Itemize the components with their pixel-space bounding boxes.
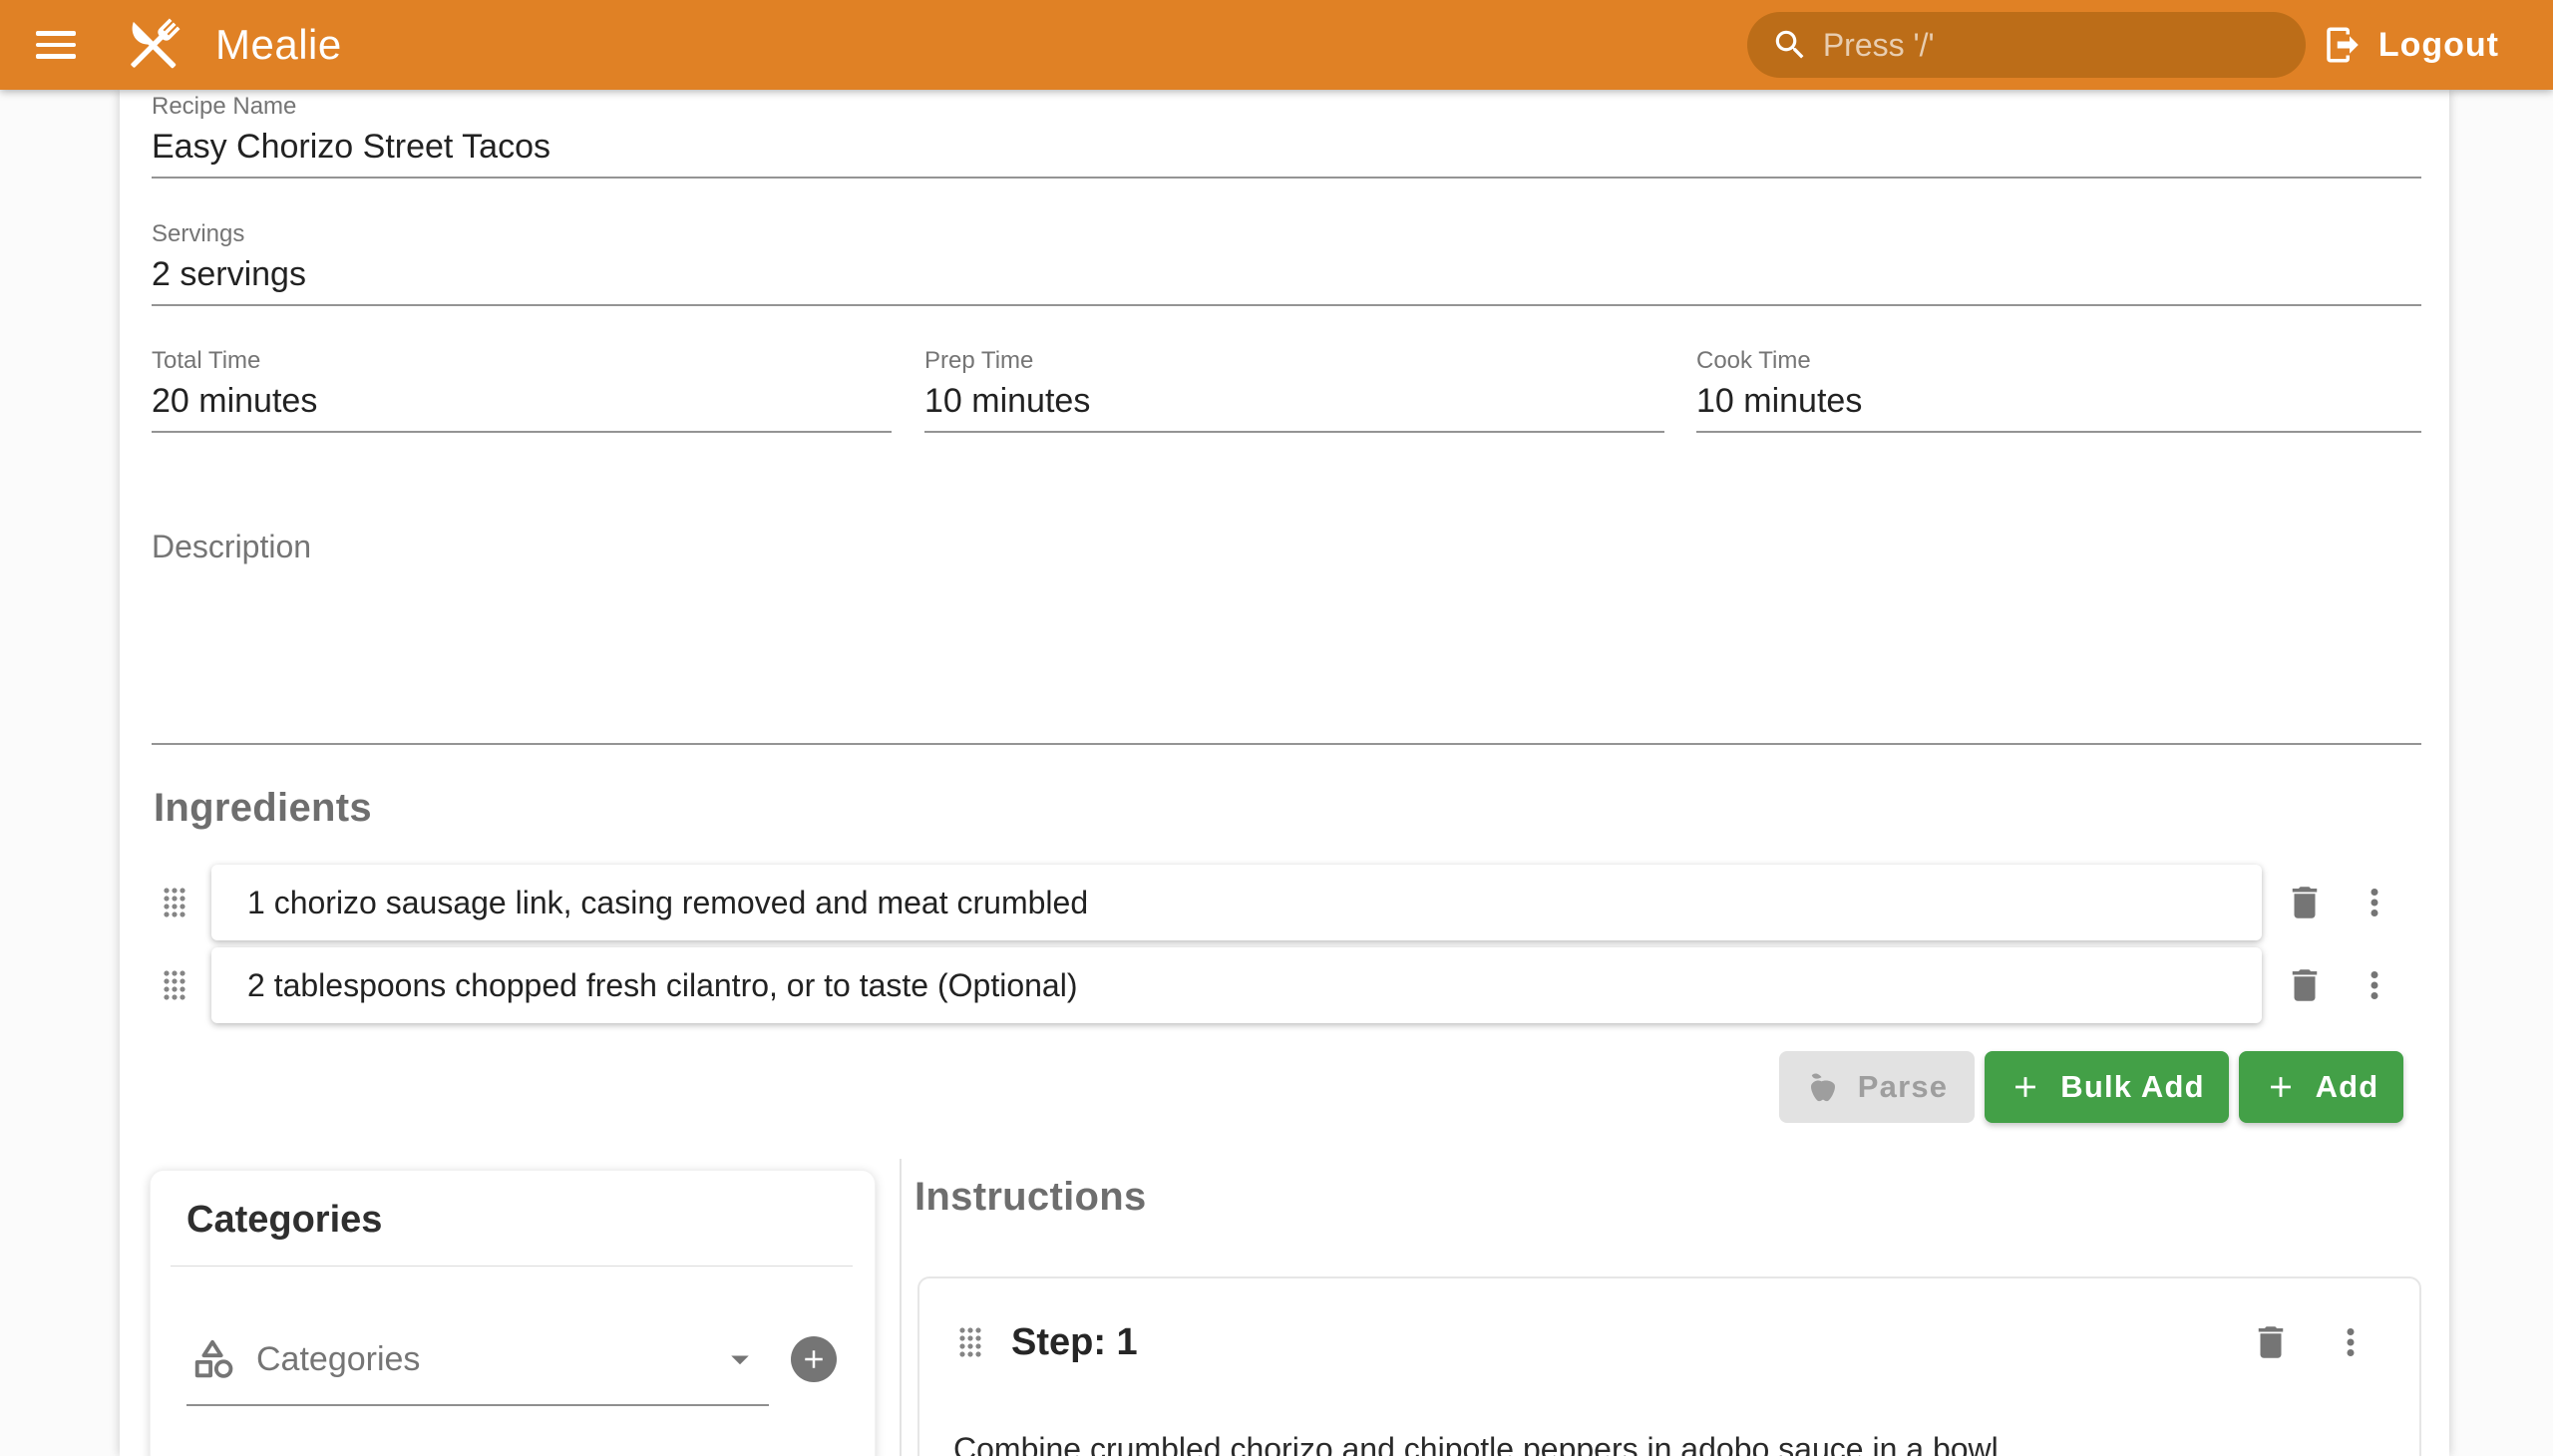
servings-input[interactable] bbox=[152, 254, 2421, 294]
ingredient-menu-button[interactable] bbox=[2354, 882, 2395, 923]
column-divider bbox=[900, 1159, 902, 1456]
menu-down-icon bbox=[719, 1338, 761, 1380]
drag-handle-icon[interactable] bbox=[164, 969, 187, 1001]
plus-icon bbox=[2008, 1070, 2042, 1104]
parse-button[interactable]: Parse bbox=[1779, 1051, 1975, 1123]
ingredient-menu-button[interactable] bbox=[2354, 964, 2395, 1006]
delete-icon bbox=[2284, 882, 2326, 923]
menu-icon[interactable] bbox=[36, 23, 80, 67]
delete-icon bbox=[2250, 1321, 2292, 1363]
ingredient-input[interactable] bbox=[211, 865, 2262, 940]
prep-time-label: Prep Time bbox=[924, 347, 1664, 375]
dots-vertical-icon bbox=[2354, 964, 2395, 1006]
total-time-label: Total Time bbox=[152, 347, 892, 375]
categories-select[interactable]: Categories bbox=[186, 1322, 769, 1406]
recipe-name-input[interactable] bbox=[152, 127, 2421, 167]
total-time-field: Total Time bbox=[152, 347, 892, 433]
step-title: Step: 1 bbox=[1011, 1321, 1138, 1364]
search-box[interactable] bbox=[1747, 12, 2306, 78]
search-icon bbox=[1771, 26, 1809, 64]
ingredient-row bbox=[164, 947, 2395, 1023]
total-time-input[interactable] bbox=[152, 381, 892, 421]
drag-handle-icon[interactable] bbox=[164, 887, 187, 918]
categories-card-title: Categories bbox=[151, 1171, 875, 1242]
prep-time-input[interactable] bbox=[924, 381, 1664, 421]
bulk-add-button[interactable]: Bulk Add bbox=[1985, 1051, 2229, 1123]
cook-time-label: Cook Time bbox=[1696, 347, 2421, 375]
ingredient-actions: Parse Bulk Add Add bbox=[1779, 1051, 2403, 1123]
description-field[interactable]: Description bbox=[152, 519, 2421, 745]
app-title: Mealie bbox=[215, 21, 342, 69]
categories-select-row: Categories bbox=[186, 1322, 845, 1406]
logout-button[interactable]: Logout bbox=[2322, 24, 2499, 66]
servings-field: Servings bbox=[152, 220, 2421, 306]
divider bbox=[171, 1266, 853, 1267]
ingredient-input[interactable] bbox=[211, 947, 2262, 1023]
ingredients-heading: Ingredients bbox=[154, 786, 372, 831]
app-bar: Mealie Logout bbox=[0, 0, 2553, 90]
page: Mealie Logout Recipe Name Servings bbox=[0, 0, 2553, 1456]
cook-time-field: Cook Time bbox=[1696, 347, 2421, 433]
ingredient-field bbox=[211, 947, 2262, 1023]
add-ingredient-button[interactable]: Add bbox=[2239, 1051, 2403, 1123]
recipe-name-field: Recipe Name bbox=[152, 93, 2421, 179]
delete-step-button[interactable] bbox=[2250, 1321, 2292, 1363]
shapes-icon bbox=[190, 1336, 236, 1382]
delete-ingredient-button[interactable] bbox=[2284, 882, 2326, 923]
logout-label: Logout bbox=[2378, 26, 2499, 65]
prep-time-field: Prep Time bbox=[924, 347, 1664, 433]
recipe-editor-card: Recipe Name Servings Total Time Prep Tim… bbox=[120, 90, 2449, 1456]
step-menu-button[interactable] bbox=[2330, 1321, 2371, 1363]
parse-label: Parse bbox=[1858, 1069, 1948, 1105]
categories-card: Categories Categories bbox=[150, 1170, 876, 1456]
description-label: Description bbox=[152, 519, 2421, 565]
cook-time-input[interactable] bbox=[1696, 381, 2421, 421]
search-input[interactable] bbox=[1823, 27, 2282, 64]
step-text[interactable]: Combine crumbled chorizo and chipotle pe… bbox=[953, 1428, 2360, 1456]
recipe-name-label: Recipe Name bbox=[152, 93, 2421, 121]
instruction-step-card: Step: 1 Combine crumbled chorizo and chi… bbox=[917, 1276, 2421, 1456]
instructions-heading: Instructions bbox=[914, 1175, 1147, 1220]
add-label: Add bbox=[2316, 1069, 2379, 1105]
logout-icon bbox=[2322, 24, 2364, 66]
step-header: Step: 1 bbox=[959, 1314, 2371, 1370]
drag-handle-icon[interactable] bbox=[959, 1326, 983, 1358]
dots-vertical-icon bbox=[2354, 882, 2395, 923]
silverware-logo-icon bbox=[118, 9, 189, 81]
categories-select-label: Categories bbox=[256, 1340, 699, 1379]
ingredient-row bbox=[164, 865, 2395, 940]
dots-vertical-icon bbox=[2330, 1321, 2371, 1363]
plus-icon bbox=[2264, 1070, 2298, 1104]
delete-ingredient-button[interactable] bbox=[2284, 964, 2326, 1006]
delete-icon bbox=[2284, 964, 2326, 1006]
add-category-button[interactable] bbox=[791, 1336, 837, 1382]
plus-circle-icon bbox=[799, 1344, 829, 1374]
servings-label: Servings bbox=[152, 220, 2421, 248]
bulk-add-label: Bulk Add bbox=[2060, 1069, 2205, 1105]
food-apple-icon bbox=[1806, 1070, 1840, 1104]
ingredient-field bbox=[211, 865, 2262, 940]
